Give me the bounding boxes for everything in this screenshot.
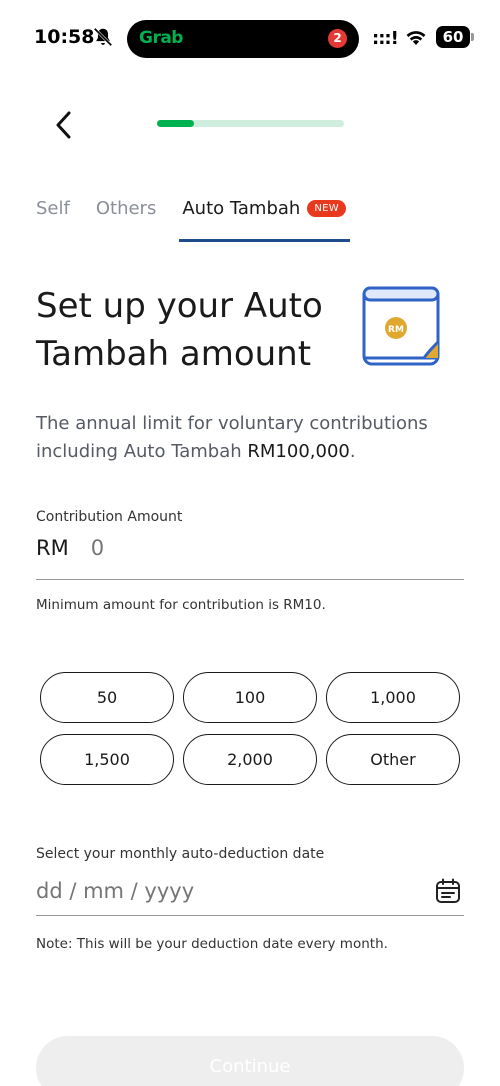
contribution-amount-label: Contribution Amount bbox=[36, 509, 183, 525]
limit-description: The annual limit for voluntary contribut… bbox=[36, 410, 466, 466]
back-button[interactable] bbox=[48, 108, 78, 142]
deduction-date-input[interactable] bbox=[36, 878, 396, 903]
tab-auto-tambah-label: Auto Tambah bbox=[182, 198, 301, 219]
deduction-date-field[interactable] bbox=[36, 866, 464, 916]
amount-chip-group: 50 100 1,000 1,500 2,000 Other bbox=[40, 672, 460, 785]
new-badge: NEW bbox=[307, 200, 346, 217]
grab-logo: Grab bbox=[139, 28, 183, 48]
contribution-amount-input[interactable] bbox=[90, 536, 391, 560]
illustration-rm-text: RM bbox=[388, 325, 404, 335]
battery-tip bbox=[471, 33, 474, 41]
amount-chip-100[interactable]: 100 bbox=[183, 672, 317, 723]
minimum-amount-helper: Minimum amount for contribution is RM10. bbox=[36, 597, 326, 613]
amount-chip-1500[interactable]: 1,500 bbox=[40, 734, 174, 785]
contribution-amount-field[interactable]: RM bbox=[36, 536, 464, 580]
tab-self[interactable]: Self bbox=[36, 198, 70, 219]
page-title: Set up your Auto Tambah amount bbox=[36, 286, 323, 374]
status-bar: 10:58 Grab 2 :::! 60 bbox=[0, 0, 500, 74]
step-progress-bar bbox=[157, 120, 344, 127]
amount-chip-50[interactable]: 50 bbox=[40, 672, 174, 723]
currency-label: RM bbox=[36, 536, 69, 560]
deduction-date-note: Note: This will be your deduction date e… bbox=[36, 936, 388, 952]
tab-others[interactable]: Others bbox=[96, 198, 157, 219]
description-text: The annual limit for voluntary contribut… bbox=[36, 413, 428, 462]
calendar-rm-illustration-icon: RM bbox=[362, 286, 440, 366]
calendar-icon[interactable] bbox=[434, 877, 462, 905]
status-time: 10:58 bbox=[34, 26, 95, 48]
active-tab-indicator bbox=[179, 239, 350, 242]
annual-limit-amount: RM100,000 bbox=[247, 441, 350, 462]
battery-icon: 60 bbox=[436, 26, 470, 48]
description-end: . bbox=[349, 441, 356, 462]
amount-chip-other[interactable]: Other bbox=[326, 734, 460, 785]
signal-icon: :::! bbox=[372, 28, 399, 49]
tab-auto-tambah[interactable]: Auto Tambah NEW bbox=[182, 198, 346, 219]
dynamic-island[interactable]: Grab 2 bbox=[127, 20, 359, 58]
notification-badge: 2 bbox=[328, 29, 347, 48]
amount-chip-2000[interactable]: 2,000 bbox=[183, 734, 317, 785]
tab-bar: Self Others Auto Tambah NEW bbox=[36, 198, 372, 219]
amount-chip-1000[interactable]: 1,000 bbox=[326, 672, 460, 723]
wifi-icon bbox=[406, 31, 426, 45]
chevron-left-icon bbox=[56, 111, 71, 139]
step-progress-fill bbox=[157, 120, 195, 127]
continue-button[interactable]: Continue bbox=[36, 1036, 464, 1086]
deduction-date-label: Select your monthly auto-deduction date bbox=[36, 846, 325, 862]
bell-muted-icon bbox=[93, 27, 113, 47]
